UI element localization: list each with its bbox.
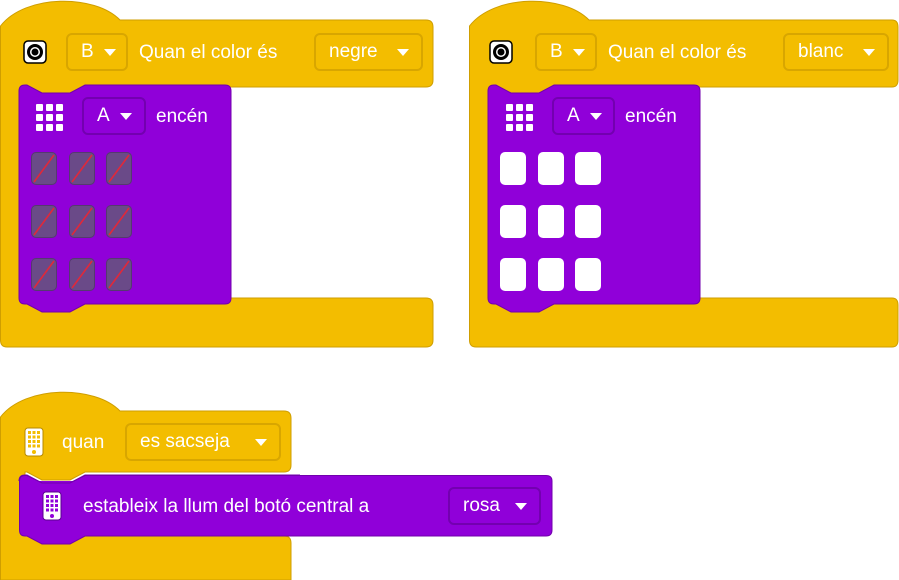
- chevron-down-icon: [589, 112, 602, 120]
- color-dropdown[interactable]: blanc: [783, 33, 889, 71]
- pixel-on[interactable]: [575, 152, 601, 185]
- when-label: quan: [62, 432, 105, 453]
- pixel-off[interactable]: [68, 205, 95, 238]
- pixel-grid[interactable]: [31, 152, 141, 292]
- pixel-on[interactable]: [500, 205, 526, 238]
- light-matrix-icon: [36, 104, 64, 132]
- port-dropdown-a[interactable]: A: [82, 97, 146, 135]
- gesture-dropdown[interactable]: es sacseja: [125, 423, 281, 461]
- port-value: A: [97, 105, 110, 126]
- pixel-off[interactable]: [31, 258, 57, 291]
- pixel-off[interactable]: [106, 152, 132, 185]
- pixel-grid[interactable]: [500, 152, 610, 292]
- port-value: B: [81, 41, 94, 62]
- color-dropdown[interactable]: negre: [314, 33, 423, 71]
- turn-on-label: encén: [625, 106, 677, 127]
- light-color-value: rosa: [463, 495, 500, 516]
- when-color-label: Quan el color és: [139, 42, 278, 63]
- color-sensor-icon: [23, 40, 47, 64]
- hub-icon: [42, 491, 62, 521]
- port-value: B: [550, 41, 563, 62]
- chevron-down-icon: [572, 48, 585, 56]
- chevron-down-icon: [103, 48, 116, 56]
- pixel-on[interactable]: [500, 152, 526, 185]
- pixel-off[interactable]: [31, 205, 57, 238]
- port-value: A: [567, 105, 580, 126]
- when-color-label: Quan el color és: [608, 42, 747, 63]
- pixel-on[interactable]: [575, 258, 601, 291]
- pixel-off[interactable]: [68, 152, 95, 185]
- light-color-dropdown[interactable]: rosa: [448, 487, 541, 525]
- color-sensor-icon: [489, 40, 513, 64]
- pixel-on[interactable]: [537, 258, 564, 291]
- chevron-down-icon: [863, 48, 875, 56]
- color-value: negre: [329, 41, 378, 62]
- pixel-off[interactable]: [68, 258, 95, 291]
- pixel-off[interactable]: [31, 152, 57, 185]
- pixel-on[interactable]: [537, 152, 564, 185]
- hub-icon: [24, 427, 44, 457]
- color-value: blanc: [798, 41, 844, 62]
- port-dropdown-a[interactable]: A: [552, 97, 615, 135]
- set-center-light-label: estableix la llum del botó central a: [83, 496, 370, 517]
- port-dropdown-b[interactable]: B: [535, 33, 597, 71]
- turn-on-label: encén: [156, 106, 208, 127]
- light-matrix-icon: [506, 104, 534, 132]
- pixel-on[interactable]: [537, 205, 564, 238]
- chevron-down-icon: [397, 48, 409, 56]
- gesture-value: es sacseja: [140, 431, 230, 452]
- pixel-on[interactable]: [575, 205, 601, 238]
- pixel-on[interactable]: [500, 258, 526, 291]
- pixel-off[interactable]: [106, 205, 132, 238]
- chevron-down-icon: [515, 502, 527, 510]
- port-dropdown-b[interactable]: B: [66, 33, 128, 71]
- chevron-down-icon: [255, 438, 267, 446]
- chevron-down-icon: [120, 112, 132, 120]
- pixel-off[interactable]: [106, 258, 132, 291]
